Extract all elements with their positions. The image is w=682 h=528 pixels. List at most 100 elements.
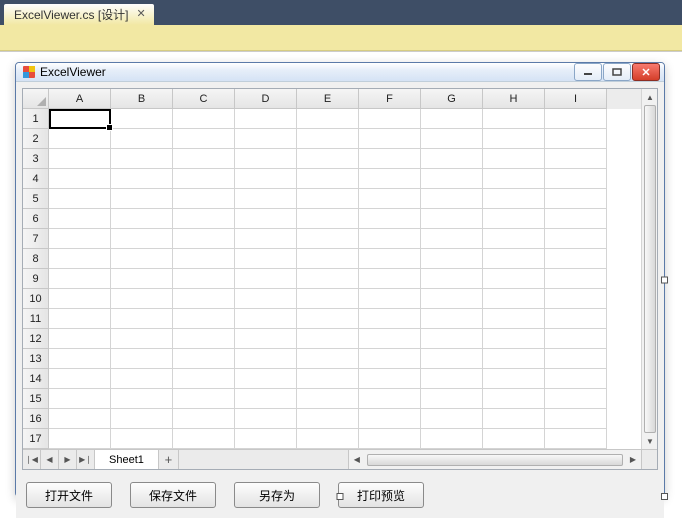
scroll-thumb[interactable]: [367, 454, 623, 466]
cell[interactable]: [235, 289, 297, 309]
cell[interactable]: [545, 269, 607, 289]
cell[interactable]: [359, 389, 421, 409]
col-header[interactable]: B: [111, 89, 173, 109]
cell[interactable]: [173, 329, 235, 349]
cell[interactable]: [111, 429, 173, 449]
col-header[interactable]: I: [545, 89, 607, 109]
cell[interactable]: [421, 249, 483, 269]
cell[interactable]: [49, 129, 111, 149]
cell[interactable]: [235, 209, 297, 229]
resize-handle-right[interactable]: [661, 276, 668, 283]
cell[interactable]: [421, 349, 483, 369]
cell[interactable]: [235, 249, 297, 269]
cell[interactable]: [49, 289, 111, 309]
save-button[interactable]: 保存文件: [130, 482, 216, 508]
scroll-up-icon[interactable]: ▲: [642, 89, 657, 105]
cell[interactable]: [235, 349, 297, 369]
cell[interactable]: [421, 189, 483, 209]
row-header[interactable]: 1: [23, 109, 49, 129]
grid[interactable]: [49, 109, 641, 449]
cell[interactable]: [359, 329, 421, 349]
cell[interactable]: [545, 189, 607, 209]
cell[interactable]: [173, 429, 235, 449]
cell[interactable]: [173, 129, 235, 149]
cell[interactable]: [483, 429, 545, 449]
cell[interactable]: [49, 109, 111, 129]
cell[interactable]: [297, 189, 359, 209]
cell[interactable]: [173, 309, 235, 329]
cell[interactable]: [235, 269, 297, 289]
scroll-thumb[interactable]: [644, 105, 656, 433]
cell[interactable]: [421, 269, 483, 289]
cell[interactable]: [483, 169, 545, 189]
cell[interactable]: [421, 409, 483, 429]
cell[interactable]: [297, 269, 359, 289]
cell[interactable]: [359, 209, 421, 229]
cell[interactable]: [235, 169, 297, 189]
scroll-right-icon[interactable]: ▶: [625, 452, 641, 468]
titlebar[interactable]: ExcelViewer: [16, 63, 664, 82]
cell[interactable]: [297, 209, 359, 229]
col-header[interactable]: G: [421, 89, 483, 109]
cell[interactable]: [297, 369, 359, 389]
cell[interactable]: [545, 109, 607, 129]
cell[interactable]: [173, 169, 235, 189]
scroll-left-icon[interactable]: ◀: [349, 452, 365, 468]
vertical-scrollbar[interactable]: ▲ ▼: [641, 89, 657, 449]
cell[interactable]: [545, 389, 607, 409]
cell[interactable]: [483, 389, 545, 409]
cell[interactable]: [297, 149, 359, 169]
cell[interactable]: [359, 149, 421, 169]
cell[interactable]: [421, 129, 483, 149]
open-button[interactable]: 打开文件: [26, 482, 112, 508]
maximize-button[interactable]: [603, 63, 631, 81]
resize-handle-bottom[interactable]: [337, 493, 344, 500]
cell[interactable]: [421, 229, 483, 249]
cell[interactable]: [483, 409, 545, 429]
cell[interactable]: [111, 349, 173, 369]
add-sheet-button[interactable]: +: [159, 450, 179, 469]
cell[interactable]: [49, 269, 111, 289]
cell[interactable]: [359, 189, 421, 209]
row-header[interactable]: 16: [23, 409, 49, 429]
cell[interactable]: [173, 249, 235, 269]
cell[interactable]: [173, 189, 235, 209]
cell[interactable]: [173, 349, 235, 369]
cell[interactable]: [173, 389, 235, 409]
saveas-button[interactable]: 另存为: [234, 482, 320, 508]
cell[interactable]: [173, 149, 235, 169]
cell[interactable]: [297, 249, 359, 269]
cell[interactable]: [235, 389, 297, 409]
close-icon[interactable]: ✕: [134, 9, 147, 20]
cell[interactable]: [235, 429, 297, 449]
cell[interactable]: [359, 249, 421, 269]
cell[interactable]: [235, 409, 297, 429]
size-grip[interactable]: [641, 450, 657, 469]
col-header[interactable]: A: [49, 89, 111, 109]
row-header[interactable]: 5: [23, 189, 49, 209]
row-header[interactable]: 9: [23, 269, 49, 289]
cell[interactable]: [483, 129, 545, 149]
cell[interactable]: [545, 349, 607, 369]
cell[interactable]: [545, 229, 607, 249]
row-header[interactable]: 4: [23, 169, 49, 189]
cell[interactable]: [483, 209, 545, 229]
cell[interactable]: [545, 289, 607, 309]
cell[interactable]: [359, 369, 421, 389]
row-header[interactable]: 13: [23, 349, 49, 369]
cell[interactable]: [421, 109, 483, 129]
cell[interactable]: [49, 369, 111, 389]
cell[interactable]: [111, 289, 173, 309]
cell[interactable]: [359, 309, 421, 329]
cell[interactable]: [49, 229, 111, 249]
cell[interactable]: [483, 349, 545, 369]
document-tab[interactable]: ExcelViewer.cs [设计] ✕: [4, 4, 154, 25]
cell[interactable]: [235, 129, 297, 149]
cell[interactable]: [235, 229, 297, 249]
cell[interactable]: [483, 109, 545, 129]
cell[interactable]: [235, 369, 297, 389]
cell[interactable]: [483, 369, 545, 389]
horizontal-scrollbar[interactable]: ◀ ▶: [349, 450, 641, 469]
cell[interactable]: [421, 149, 483, 169]
cell[interactable]: [111, 389, 173, 409]
